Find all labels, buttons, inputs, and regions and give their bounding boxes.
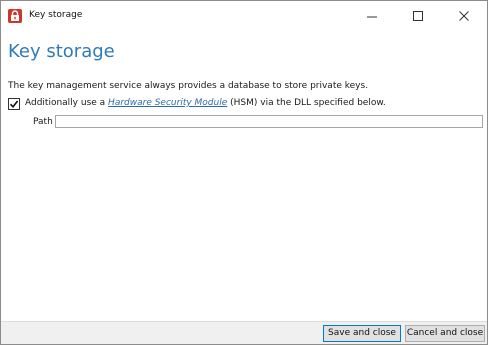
- hsm-text-after: (HSM) via the DLL specified below.: [227, 98, 386, 108]
- window-title: Key storage: [29, 10, 83, 20]
- title-bar: Key storage: [1, 1, 487, 31]
- page-title: Key storage: [8, 41, 115, 62]
- save-and-close-button[interactable]: Save and close: [323, 325, 401, 342]
- cancel-and-close-button[interactable]: Cancel and close: [405, 325, 485, 342]
- maximize-button[interactable]: [395, 1, 441, 31]
- footer-bar: Save and close Cancel and close: [1, 321, 487, 344]
- maximize-icon: [413, 11, 423, 21]
- checkmark-icon: [9, 100, 19, 109]
- description-text: The key management service always provid…: [8, 81, 369, 91]
- key-storage-window: Key storage Key storage The key manageme…: [0, 0, 488, 345]
- path-label: Path: [33, 117, 53, 127]
- minimize-button[interactable]: [349, 1, 395, 31]
- lock-icon: [8, 9, 22, 23]
- hsm-checkbox-label[interactable]: Additionally use a Hardware Security Mod…: [25, 98, 386, 108]
- path-input[interactable]: [55, 115, 483, 128]
- hsm-text-before: Additionally use a: [25, 98, 109, 108]
- close-icon: [459, 11, 469, 21]
- close-button[interactable]: [441, 1, 487, 31]
- minimize-icon: [367, 16, 377, 18]
- hsm-checkbox[interactable]: [8, 98, 20, 110]
- hsm-link[interactable]: Hardware Security Module: [108, 98, 227, 108]
